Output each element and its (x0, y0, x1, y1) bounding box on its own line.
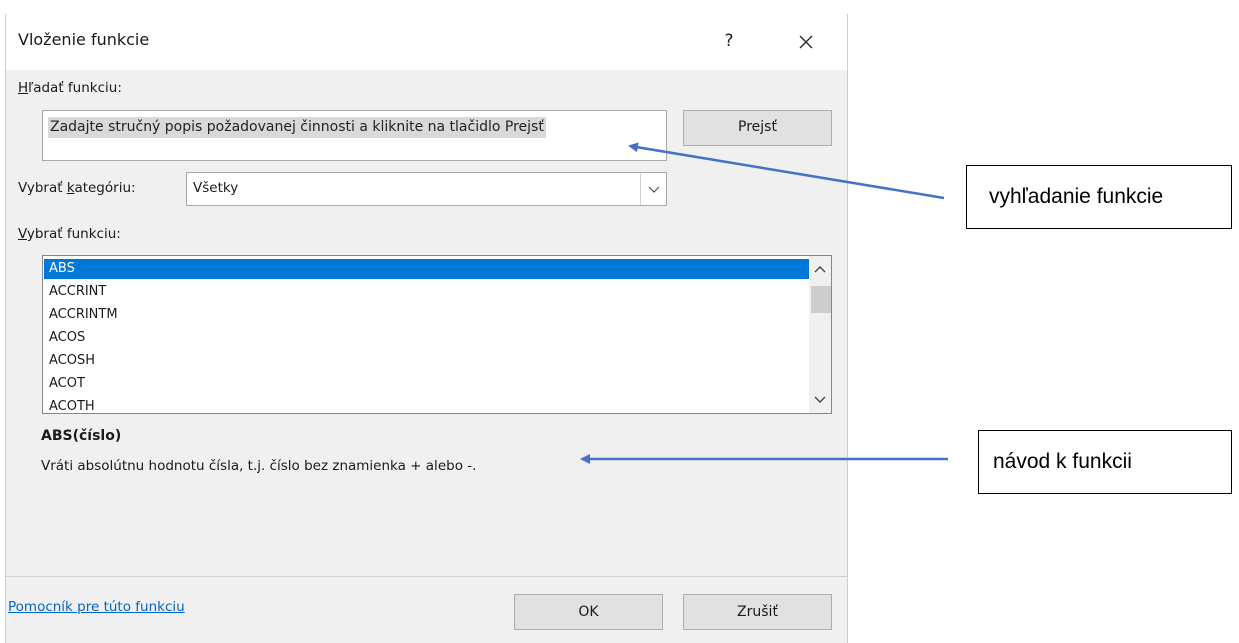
annotation-arrows (580, 142, 948, 464)
arrow-to-search (628, 142, 945, 200)
